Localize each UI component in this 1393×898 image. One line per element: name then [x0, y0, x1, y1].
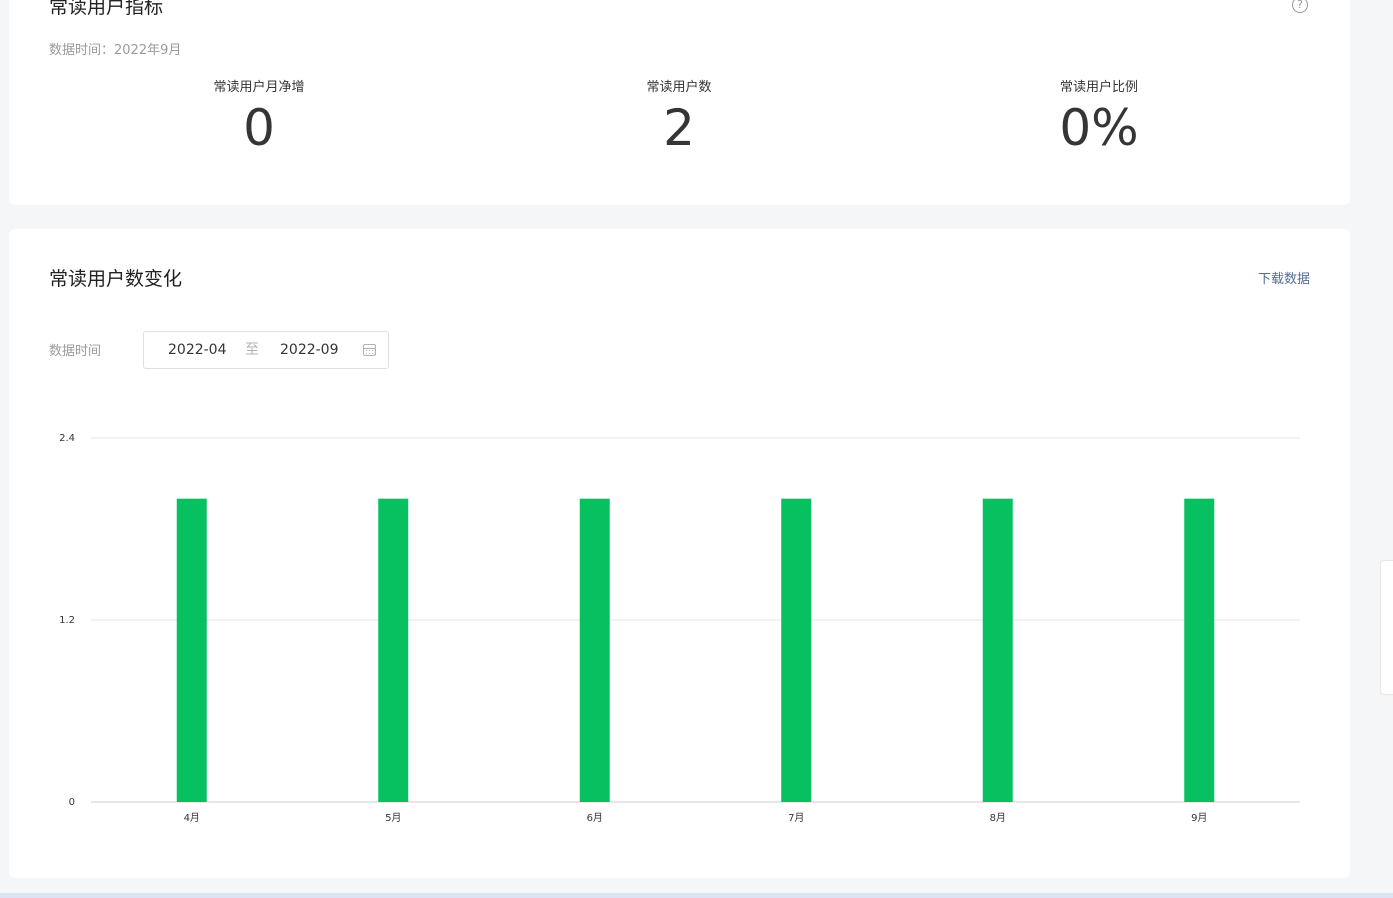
- metrics-title: 常读用户指标: [49, 0, 164, 18]
- chart-bar: [1184, 498, 1215, 802]
- x-tick-label: 6月: [587, 812, 603, 824]
- metric-label: 常读用户比例: [1059, 80, 1138, 95]
- metric-label: 常读用户数: [646, 80, 712, 95]
- metrics-card: 常读用户指标 ? 数据时间：2022年9月 常读用户月净增 0 常读用户数 2 …: [9, 0, 1350, 205]
- y-tick-label: 2.4: [59, 433, 75, 444]
- side-feedback-tab[interactable]: [1380, 560, 1393, 695]
- chart-bar: [378, 498, 409, 802]
- data-time-label: 数据时间：2022年9月: [49, 43, 182, 58]
- metric-user-ratio: 常读用户比例 0%: [979, 78, 1219, 156]
- x-tick-label: 4月: [184, 812, 200, 824]
- chart-bar: [579, 498, 610, 802]
- metric-value: 2: [663, 99, 695, 157]
- metric-value: 0%: [1059, 99, 1139, 157]
- y-tick-label: 0: [69, 797, 75, 808]
- x-tick-label: 7月: [788, 812, 804, 824]
- metric-label: 常读用户月净增: [213, 80, 305, 95]
- y-tick-label: 1.2: [59, 615, 75, 626]
- chart-card: 常读用户数变化 下载数据 数据时间 2022-04 至 2022-09 0 1.2…: [9, 229, 1350, 878]
- chart-bar: [176, 498, 207, 802]
- metric-net-increase: 常读用户月净增 0: [139, 78, 379, 156]
- x-tick-label: 9月: [1191, 812, 1207, 824]
- help-icon[interactable]: ?: [1292, 0, 1308, 13]
- chart-bar: [781, 498, 812, 802]
- x-tick-label: 5月: [385, 812, 401, 824]
- x-tick-label: 8月: [990, 812, 1006, 824]
- chart-bar: [982, 498, 1013, 802]
- metric-user-count: 常读用户数 2: [559, 78, 799, 156]
- bottom-scroll-bar: [0, 893, 1393, 898]
- metric-value: 0: [243, 99, 275, 157]
- bar-chart: 0 1.2 2.4 4月 5月 6月 7月 8月 9月: [59, 433, 1300, 824]
